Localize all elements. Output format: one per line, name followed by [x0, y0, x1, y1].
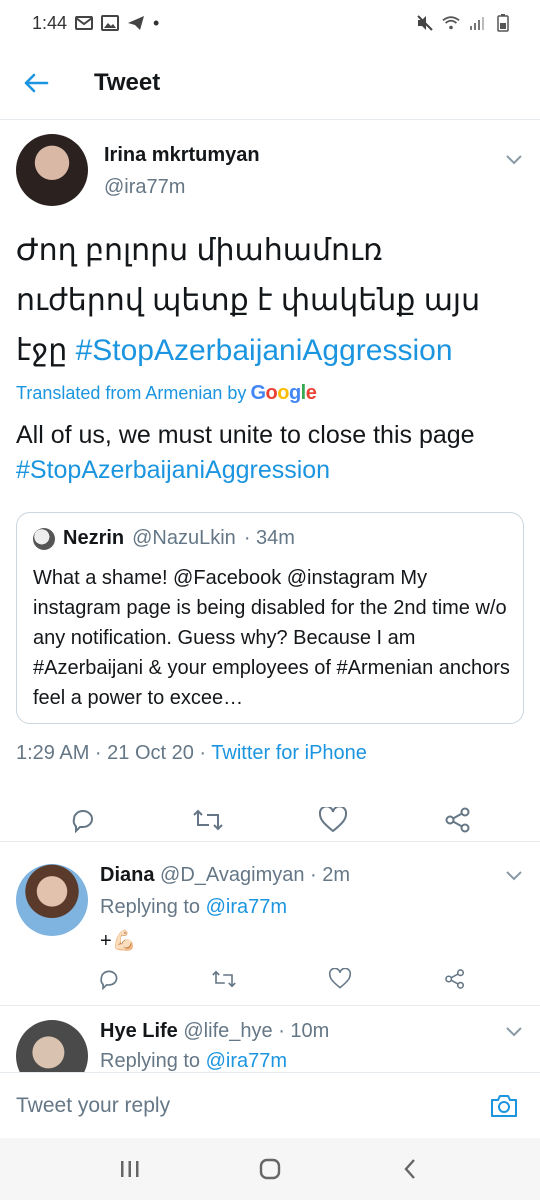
retweet-icon — [212, 970, 237, 988]
translation-line: All of us, we must unite to close this p… — [16, 421, 475, 449]
retweet-icon — [192, 809, 223, 830]
reply-age: · 10m — [278, 1020, 330, 1042]
reply-avatar[interactable] — [16, 1020, 88, 1072]
mute-icon — [416, 14, 434, 32]
reply-actions — [92, 962, 472, 996]
like-icon — [318, 806, 347, 832]
reply-item[interactable]: Diana @D_Avagimyan · 2m Replying to @ira… — [0, 850, 540, 1006]
home-button[interactable] — [240, 1144, 300, 1194]
reply-item[interactable]: Hye Life @life_hye · 10m Replying to @ir… — [0, 1006, 540, 1072]
tweet-timestamp-row: 1:29 AM · 21 Oct 20 · Twitter for iPhone — [16, 742, 367, 765]
translation-attribution[interactable]: Translated from Armenian by Google — [16, 382, 317, 405]
status-bar: 1:44 • — [0, 0, 540, 46]
gallery-notification-icon — [101, 14, 120, 32]
camera-button[interactable] — [484, 1086, 524, 1126]
status-time: 1:44 — [32, 12, 68, 33]
reply-age: · 2m — [310, 864, 351, 886]
quoted-tweet-header: Nezrin @NazuLkin · 34m — [33, 527, 295, 550]
replying-to-link[interactable]: @ira77m — [206, 896, 287, 918]
share-button[interactable] — [438, 800, 478, 840]
app-header: Tweet — [0, 46, 540, 120]
replying-to-link[interactable]: @ira77m — [206, 1050, 287, 1072]
author-avatar[interactable] — [16, 134, 88, 206]
translation-text: All of us, we must unite to close this p… — [16, 418, 526, 488]
author-handle[interactable]: @ira77m — [104, 176, 185, 199]
translated-label: Translated from Armenian by — [16, 383, 247, 403]
reply-button[interactable] — [63, 800, 103, 840]
recent-apps-button[interactable] — [100, 1144, 160, 1194]
google-logo: Google — [250, 382, 317, 404]
like-icon — [328, 968, 351, 989]
translation-hashtag-link[interactable]: #StopAzerbaijaniAggression — [16, 453, 526, 488]
quoted-age: · 34m — [243, 527, 295, 549]
share-icon — [445, 969, 465, 989]
reply-icon — [100, 970, 118, 990]
recent-apps-icon — [121, 1161, 139, 1177]
quoted-handle: @NazuLkin — [132, 527, 236, 549]
quoted-name: Nezrin — [63, 527, 125, 549]
reply-like-button[interactable] — [323, 962, 357, 996]
status-right — [416, 14, 512, 32]
reply-handle: @D_Avagimyan — [160, 864, 305, 886]
tweet-author-row: Irina mkrtumyan @ira77m — [16, 134, 524, 210]
tweet-timestamp: 1:29 AM · 21 Oct 20 · — [16, 742, 212, 764]
reply-share-button[interactable] — [438, 962, 472, 996]
tweet-menu-button[interactable] — [504, 150, 524, 170]
reply-retweet-button[interactable] — [207, 962, 241, 996]
system-back-button[interactable] — [380, 1144, 440, 1194]
reply-avatar[interactable] — [16, 864, 88, 936]
back-arrow-icon — [24, 73, 49, 92]
reply-name: Hye Life — [100, 1020, 178, 1042]
camera-icon — [491, 1094, 517, 1117]
tweet-text-line-2: ուժերով պետք է փակենք այս — [16, 284, 481, 317]
reply-text: +💪🏻 — [100, 930, 137, 952]
tweet-source-link[interactable]: Twitter for iPhone — [211, 742, 367, 764]
reply-handle: @life_hye — [183, 1020, 273, 1042]
retweet-button[interactable] — [188, 800, 228, 840]
back-button[interactable] — [0, 46, 72, 120]
replying-to: Replying to @ira77m — [100, 896, 288, 918]
tweet-text: Ժող բոլորս միահամուռ ուժերով պետք է փակե… — [16, 226, 526, 376]
quoted-tweet[interactable]: Nezrin @NazuLkin · 34m What a shame! @Fa… — [16, 512, 524, 724]
share-icon — [445, 807, 469, 832]
signal-icon — [468, 14, 486, 32]
chevron-down-icon — [506, 1027, 522, 1037]
reply-menu-button[interactable] — [504, 1022, 524, 1042]
tweet-text-prefix: էջը — [16, 334, 76, 367]
like-button[interactable] — [313, 800, 353, 840]
reply-input[interactable] — [16, 1093, 484, 1118]
chevron-down-icon — [506, 871, 522, 881]
chevron-left-icon — [404, 1159, 415, 1179]
page-title: Tweet — [94, 68, 161, 96]
tweet-text-line-1: Ժող բոլորս միահամուռ — [16, 234, 383, 267]
chevron-down-icon — [506, 155, 522, 165]
quoted-avatar — [33, 527, 55, 550]
home-icon — [259, 1158, 281, 1180]
wifi-icon — [442, 14, 460, 32]
system-nav-bar — [0, 1138, 540, 1200]
reply-compose-bar — [0, 1072, 540, 1138]
hashtag-link[interactable]: #StopAzerbaijaniAggression — [76, 334, 453, 367]
reply-header: Hye Life @life_hye · 10m — [100, 1020, 329, 1043]
battery-icon — [494, 14, 512, 32]
reply-icon — [72, 809, 93, 833]
tweet-actions — [0, 798, 540, 842]
replying-to: Replying to @ira77m — [100, 1050, 288, 1072]
reply-header: Diana @D_Avagimyan · 2m — [100, 864, 350, 887]
tweet-text-line-3: էջը #StopAzerbaijaniAggression — [16, 326, 526, 376]
status-dot: • — [153, 12, 160, 33]
reply-menu-button[interactable] — [504, 866, 524, 886]
reply-reply-button[interactable] — [92, 962, 126, 996]
quoted-text: What a shame! @Facebook @instagram My in… — [33, 567, 510, 709]
reply-name: Diana — [100, 864, 155, 886]
status-left: 1:44 • — [32, 13, 159, 34]
telegram-notification-icon — [127, 14, 145, 32]
gmail-notification-icon — [75, 14, 94, 32]
author-name[interactable]: Irina mkrtumyan — [104, 144, 260, 167]
